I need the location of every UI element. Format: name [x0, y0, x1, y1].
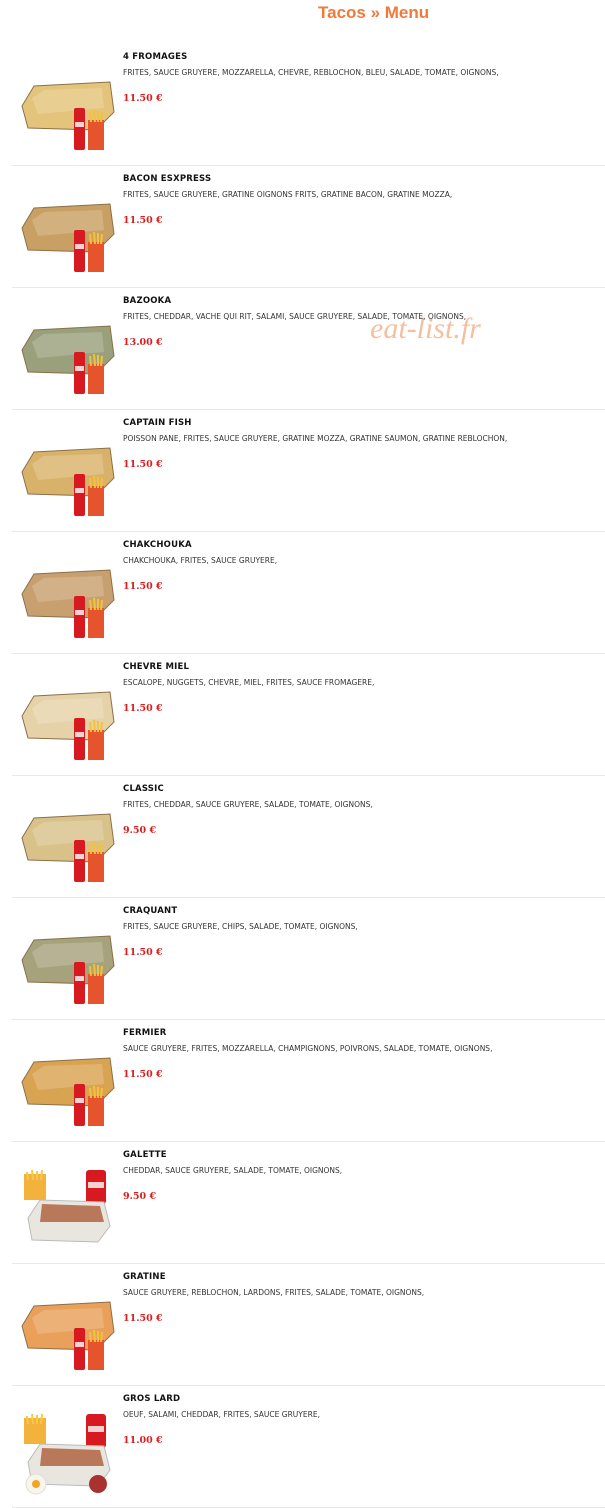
item-price: 11.50 € [123, 1069, 163, 1080]
item-price: 11.50 € [123, 459, 163, 470]
menu-item: CRAQUANT FRITES, SAUCE GRUYERE, CHIPS, SA… [12, 898, 605, 1020]
food-photo-icon [21, 447, 115, 516]
food-photo-icon [21, 569, 115, 638]
item-name: CHEVRE MIEL [123, 662, 190, 672]
menu-item: CLASSIC FRITES, CHEDDAR, SAUCE GRUYERE, S… [12, 776, 605, 898]
menu-item: GROS LARD OEUF, SALAMI, CHEDDAR, FRITES, … [12, 1386, 605, 1508]
item-price: 9.50 € [123, 825, 157, 836]
menu-item: GALETTE CHEDDAR, SAUCE GRUYERE, SALADE, T… [12, 1142, 605, 1264]
item-price: 11.50 € [123, 581, 163, 592]
page-title: Tacos » Menu [318, 3, 430, 22]
item-description: FRITES, CHEDDAR, VACHE QUI RIT, SALAMI, … [123, 312, 467, 321]
item-description: FRITES, SAUCE GRUYERE, MOZZARELLA, CHEVR… [123, 68, 499, 77]
item-description: SAUCE GRUYERE, FRITES, MOZZARELLA, CHAMP… [123, 1044, 493, 1053]
item-description: FRITES, SAUCE GRUYERE, CHIPS, SALADE, TO… [123, 922, 358, 931]
item-name: 4 FROMAGES [123, 52, 188, 62]
item-name: BAZOOKA [123, 296, 172, 306]
item-description: ESCALOPE, NUGGETS, CHEVRE, MIEL, FRITES,… [123, 678, 375, 687]
menu-item: GRATINE SAUCE GRUYERE, REBLOCHON, LARDONS… [12, 1264, 605, 1386]
item-price: 11.50 € [123, 703, 163, 714]
food-photo-icon [21, 81, 115, 150]
food-photo-icon [21, 813, 115, 882]
food-photo-icon [21, 935, 115, 1004]
food-photo-icon [21, 203, 115, 272]
food-photo-icon [21, 1301, 115, 1370]
menu-item: FERMIER SAUCE GRUYERE, FRITES, MOZZARELLA… [12, 1020, 605, 1142]
item-name: CAPTAIN FISH [123, 418, 192, 428]
item-price: 11.50 € [123, 947, 163, 958]
item-name: BACON ESXPRESS [123, 174, 212, 184]
item-description: FRITES, CHEDDAR, SAUCE GRUYERE, SALADE, … [123, 800, 373, 809]
food-photo-icon [24, 1169, 111, 1243]
menu-list: 4 FROMAGES FRITES, SAUCE GRUYERE, MOZZARE… [12, 44, 605, 1508]
item-name: GRATINE [123, 1272, 166, 1282]
item-price: 11.50 € [123, 215, 163, 226]
item-name: CRAQUANT [123, 906, 178, 916]
item-name: GALETTE [123, 1150, 167, 1160]
food-photo-icon [21, 691, 115, 760]
menu-item: CHAKCHOUKA CHAKCHOUKA, FRITES, SAUCE GRUY… [12, 532, 605, 654]
item-description: CHEDDAR, SAUCE GRUYERE, SALADE, TOMATE, … [123, 1166, 343, 1175]
menu-item: CHEVRE MIEL ESCALOPE, NUGGETS, CHEVRE, MI… [12, 654, 605, 776]
item-price: 11.50 € [123, 1313, 163, 1324]
item-description: SAUCE GRUYERE, REBLOCHON, LARDONS, FRITE… [123, 1288, 425, 1297]
food-photo-icon [21, 1057, 115, 1126]
menu-item: CAPTAIN FISH POISSON PANE, FRITES, SAUCE … [12, 410, 605, 532]
item-price: 11.50 € [123, 93, 163, 104]
item-name: CHAKCHOUKA [123, 540, 192, 550]
item-description: CHAKCHOUKA, FRITES, SAUCE GRUYERE, [123, 556, 278, 565]
menu-item: 4 FROMAGES FRITES, SAUCE GRUYERE, MOZZARE… [12, 44, 605, 166]
item-description: OEUF, SALAMI, CHEDDAR, FRITES, SAUCE GRU… [123, 1410, 320, 1419]
item-description: POISSON PANE, FRITES, SAUCE GRUYERE, GRA… [123, 434, 508, 443]
item-name: GROS LARD [123, 1394, 181, 1404]
food-photo-icon [21, 325, 115, 394]
menu-item: BAZOOKA FRITES, CHEDDAR, VACHE QUI RIT, S… [12, 288, 605, 410]
item-description: FRITES, SAUCE GRUYERE, GRATINE OIGNONS F… [123, 190, 453, 199]
menu-item: BACON ESXPRESS FRITES, SAUCE GRUYERE, GRA… [12, 166, 605, 288]
item-price: 13.00 € [123, 337, 163, 348]
item-price: 11.00 € [123, 1435, 163, 1446]
food-photo-icon [24, 1413, 111, 1495]
item-name: CLASSIC [123, 784, 164, 794]
item-price: 9.50 € [123, 1191, 157, 1202]
item-name: FERMIER [123, 1028, 167, 1038]
